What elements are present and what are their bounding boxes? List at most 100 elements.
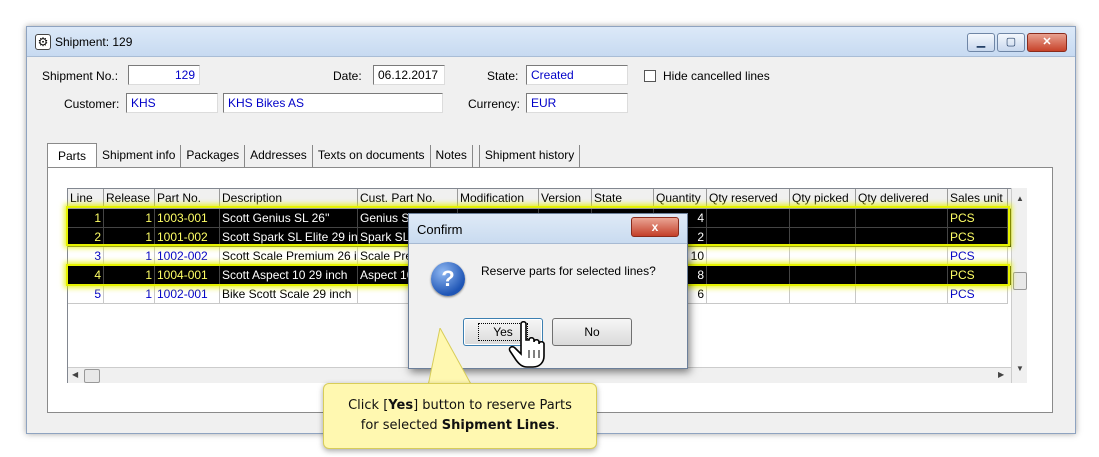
currency-field[interactable]: EUR [526,93,628,113]
col-state[interactable]: State [592,189,654,209]
cell-qty-picked [790,285,856,304]
cell-qty-reserved [707,228,790,247]
cell-line: 3 [68,247,104,266]
instruction-callout: Click [Yes] button to reserve Parts for … [323,383,597,449]
cell-sales-unit: PCS [948,266,1008,285]
cell-line: 4 [68,266,104,285]
cell-qty-reserved [707,247,790,266]
col-cust-part-no[interactable]: Cust. Part No. [358,189,458,209]
tab-shipment-info[interactable]: Shipment info [97,145,182,167]
customer-code-field[interactable]: KHS [126,93,218,113]
cell-release: 1 [104,285,155,304]
cell-qty-delivered [856,266,948,285]
cell-sales-unit: PCS [948,228,1008,247]
col-release[interactable]: Release [104,189,155,209]
window-title: Shipment: 129 [55,35,133,49]
dialog-close-icon[interactable]: x [631,217,679,237]
cell-line: 2 [68,228,104,247]
cell-part-no: 1002-002 [155,247,220,266]
cell-sales-unit: PCS [948,209,1008,228]
col-version[interactable]: Version [539,189,592,209]
cell-release: 1 [104,209,155,228]
col-line[interactable]: Line [68,189,104,209]
scroll-left-icon[interactable]: ◀ [72,370,78,379]
col-description[interactable]: Description [220,189,358,209]
date-label: Date: [333,69,362,83]
cell-part-no: 1002-001 [155,285,220,304]
grid-header: Line Release Part No. Description Cust. … [68,189,1026,209]
cell-line: 1 [68,209,104,228]
dialog-title: Confirm [417,222,463,237]
scroll-right-icon[interactable]: ▶ [998,370,1004,379]
cell-release: 1 [104,247,155,266]
cell-qty-reserved [707,285,790,304]
cell-qty-picked [790,209,856,228]
tab-parts[interactable]: Parts [47,143,98,169]
window-titlebar: ⚙ Shipment: 129 ▁ ▢ ✕ [27,27,1075,57]
maximize-icon[interactable]: ▢ [997,33,1025,52]
hide-cancelled-label: Hide cancelled lines [663,69,770,83]
callout-line-2: for selected Shipment Lines. [360,418,560,433]
date-field[interactable]: 06.12.2017 [373,65,445,85]
horizontal-scroll-thumb[interactable] [84,369,100,383]
col-qty-reserved[interactable]: Qty reserved [707,189,790,209]
cell-qty-picked [790,247,856,266]
cell-qty-reserved [707,266,790,285]
cell-description: Bike Scott Scale 29 inch [220,285,358,304]
cell-qty-delivered [856,285,948,304]
col-qty-picked[interactable]: Qty picked [790,189,856,209]
hand-cursor-icon [508,320,545,368]
vertical-scrollbar[interactable]: ▲ ▼ [1011,188,1027,383]
cell-line: 5 [68,285,104,304]
hide-cancelled-checkbox[interactable] [644,70,656,82]
cell-sales-unit: PCS [948,285,1008,304]
col-quantity[interactable]: Quantity [654,189,707,209]
customer-name-field[interactable]: KHS Bikes AS [223,93,443,113]
cell-part-no: 1001-002 [155,228,220,247]
tab-packages[interactable]: Packages [181,145,246,167]
tab-addresses[interactable]: Addresses [245,145,313,167]
cell-description: Scott Scale Premium 26 inch [220,247,358,266]
state-label: State: [487,69,519,83]
cell-qty-delivered [856,209,948,228]
cell-qty-picked [790,266,856,285]
close-icon[interactable]: ✕ [1027,33,1067,52]
scroll-up-icon[interactable]: ▲ [1016,194,1024,203]
col-part-no[interactable]: Part No. [155,189,220,209]
cell-description: Scott Aspect 10 29 inch [220,266,358,285]
customer-label: Customer: [64,97,120,111]
tab-bar: Parts Shipment info Packages Addresses T… [47,143,581,169]
cell-description: Scott Genius SL 26'' [220,209,358,228]
tab-shipment-history[interactable]: Shipment history [478,145,581,167]
callout-line-1: Click [Yes] button to reserve Parts [348,398,572,413]
cell-part-no: 1004-001 [155,266,220,285]
question-icon: ? [431,262,465,296]
cell-sales-unit: PCS [948,247,1008,266]
currency-label: Currency: [468,97,521,111]
vertical-scroll-thumb[interactable] [1013,272,1027,290]
tab-texts-on-documents[interactable]: Texts on documents [313,145,431,167]
col-modification[interactable]: Modification [458,189,539,209]
cell-qty-reserved [707,209,790,228]
scroll-down-icon[interactable]: ▼ [1016,364,1024,373]
app-gear-icon: ⚙ [35,34,51,50]
tab-notes[interactable]: Notes [431,145,473,167]
cell-description: Scott Spark SL Elite 29 inch [220,228,358,247]
cell-qty-picked [790,228,856,247]
dialog-message: Reserve parts for selected lines? [481,264,656,278]
cell-release: 1 [104,266,155,285]
shipment-no-field[interactable]: 129 [128,65,200,85]
dialog-titlebar: Confirm x [409,214,687,244]
minimize-icon[interactable]: ▁ [967,33,995,52]
col-qty-delivered[interactable]: Qty delivered [856,189,948,209]
cell-qty-delivered [856,228,948,247]
shipment-no-label: Shipment No.: [42,69,119,83]
window-controls: ▁ ▢ ✕ [965,33,1067,53]
cell-part-no: 1003-001 [155,209,220,228]
no-button[interactable]: No [552,318,632,346]
cell-release: 1 [104,228,155,247]
col-sales-unit[interactable]: Sales unit [948,189,1008,209]
state-field[interactable]: Created [526,65,628,85]
callout-pointer [427,328,473,387]
cell-qty-delivered [856,247,948,266]
